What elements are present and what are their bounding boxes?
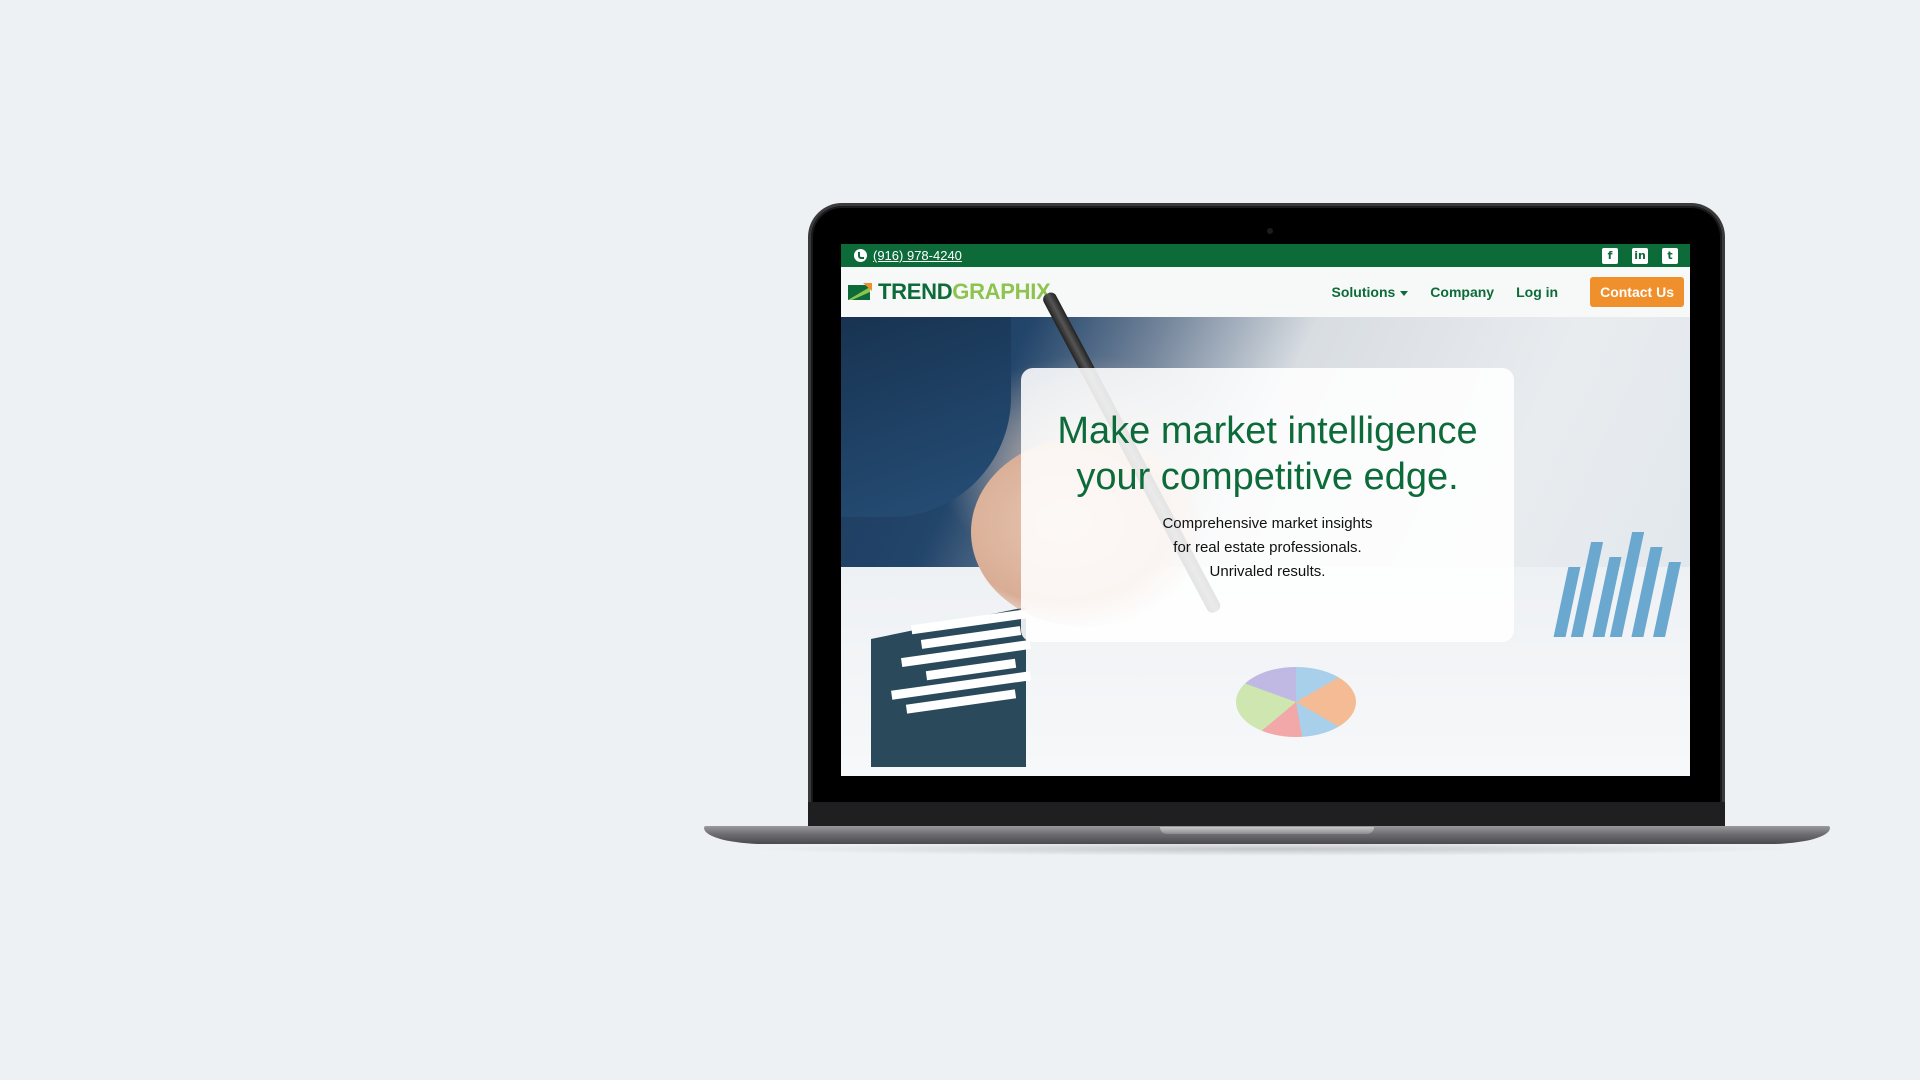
nav-solutions-label: Solutions bbox=[1331, 284, 1396, 300]
nav-solutions[interactable]: Solutions bbox=[1332, 284, 1409, 300]
brand-name-part2: GRAPHIX bbox=[952, 279, 1051, 304]
stage: (916) 978-4240 f in t TRENDGRAPHIX Solut… bbox=[0, 0, 1920, 1080]
nav-login[interactable]: Log in bbox=[1516, 284, 1558, 300]
laptop-notch bbox=[1160, 827, 1374, 834]
hero-photo-right-chart bbox=[1541, 517, 1681, 637]
chevron-down-icon bbox=[1400, 290, 1409, 296]
laptop-camera bbox=[1267, 228, 1273, 234]
hero-section: Make market intelligence your competitiv… bbox=[841, 290, 1690, 776]
brand-name-part1: TREND bbox=[878, 279, 953, 304]
hero-title-line2: your competitive edge. bbox=[1076, 456, 1459, 498]
laptop-shadow bbox=[740, 842, 1800, 856]
top-bar: (916) 978-4240 f in t bbox=[841, 244, 1690, 267]
phone-contact: (916) 978-4240 bbox=[854, 248, 962, 263]
contact-us-button[interactable]: Contact Us bbox=[1590, 277, 1684, 307]
brand-logo[interactable]: TRENDGRAPHIX bbox=[848, 279, 1051, 305]
twitter-icon[interactable]: t bbox=[1662, 247, 1678, 264]
hero-title: Make market intelligence your competitiv… bbox=[1021, 408, 1514, 500]
hero-subtitle-line1: Comprehensive market insights bbox=[1162, 515, 1373, 532]
nav-links: Solutions Company Log in Contact Us bbox=[1332, 277, 1684, 307]
logo-mark-icon bbox=[848, 283, 872, 301]
main-navbar: TRENDGRAPHIX Solutions Company Log in Co… bbox=[841, 267, 1690, 317]
hero-subtitle-line3: Unrivaled results. bbox=[1209, 563, 1326, 580]
hero-title-line1: Make market intelligence bbox=[1057, 410, 1478, 452]
hero-subtitle: Comprehensive market insights for real e… bbox=[1021, 512, 1514, 584]
nav-company[interactable]: Company bbox=[1430, 284, 1494, 300]
phone-link[interactable]: (916) 978-4240 bbox=[873, 248, 962, 263]
hero-subtitle-line2: for real estate professionals. bbox=[1173, 539, 1362, 556]
laptop-chin bbox=[808, 802, 1725, 828]
brand-name: TRENDGRAPHIX bbox=[878, 279, 1051, 305]
hero-photo-bars bbox=[871, 608, 1032, 714]
clock-phone-icon bbox=[854, 249, 867, 262]
hero-card: Make market intelligence your competitiv… bbox=[1021, 368, 1514, 642]
social-links: f in t bbox=[1602, 247, 1678, 264]
facebook-icon[interactable]: f bbox=[1602, 247, 1618, 264]
hero-photo-pie-chart bbox=[1236, 667, 1356, 737]
linkedin-icon[interactable]: in bbox=[1632, 247, 1648, 264]
laptop-screen: (916) 978-4240 f in t TRENDGRAPHIX Solut… bbox=[841, 244, 1690, 776]
